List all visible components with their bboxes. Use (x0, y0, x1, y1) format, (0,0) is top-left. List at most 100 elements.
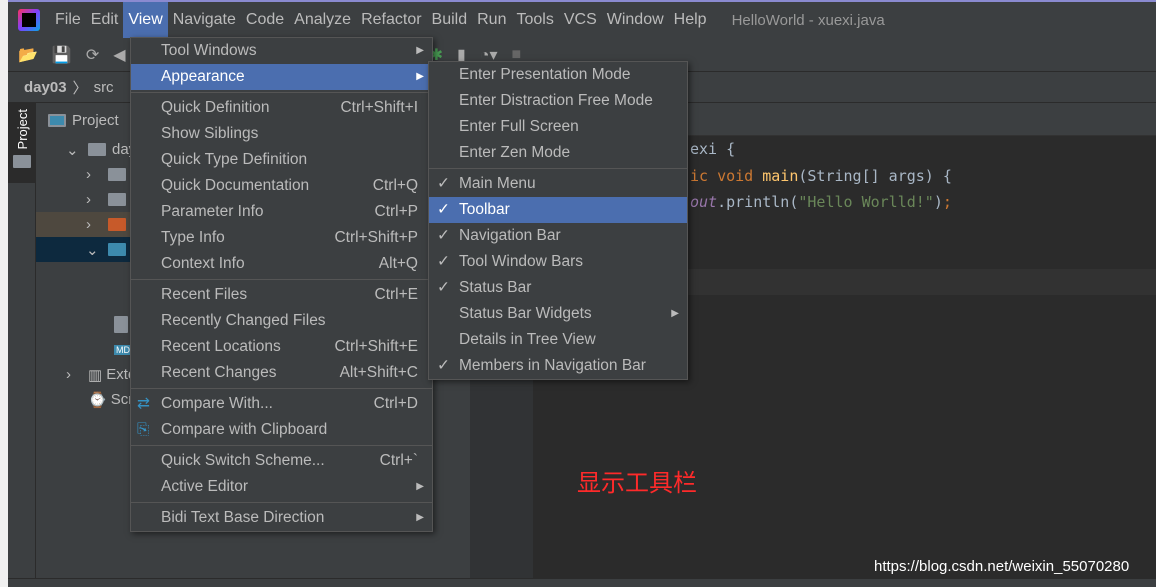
menu-item-recently-changed-files[interactable]: Recently Changed Files (131, 308, 432, 334)
expand-chevron-icon[interactable]: › (66, 366, 88, 383)
tool-window-stripe: Project (8, 103, 36, 578)
menu-item-enter-distraction-free-mode[interactable]: Enter Distraction Free Mode (429, 88, 687, 114)
menu-item-recent-locations[interactable]: Recent Locations Ctrl+Shift+E (131, 334, 432, 360)
submenu-arrow-icon: ▶ (416, 71, 424, 82)
menu-item-recent-files[interactable]: Recent Files Ctrl+E (131, 282, 432, 308)
library-icon: ▥ (88, 366, 103, 384)
menu-item-label: Bidi Text Base Direction (161, 509, 325, 526)
menu-refactor[interactable]: Refactor (356, 2, 426, 38)
shortcut-label: Ctrl+Q (372, 177, 418, 194)
checkmark-icon: ✓ (437, 279, 450, 296)
menu-bar: File Edit View Navigate Code Analyze Refactor B… (8, 0, 1156, 38)
menu-item-label: Recently Changed Files (161, 312, 326, 329)
shortcut-label: Ctrl+D (373, 395, 418, 412)
menu-item-enter-presentation-mode[interactable]: Enter Presentation Mode (429, 62, 687, 88)
menu-item-label: Context Info (161, 255, 245, 272)
menu-item-label: Parameter Info (161, 203, 264, 220)
menu-item-type-info[interactable]: Type Info Ctrl+Shift+P (131, 225, 432, 251)
menu-item-members-in-navigation-bar[interactable]: ✓ Members in Navigation Bar (429, 353, 687, 379)
menu-item-label: Type Info (161, 229, 225, 246)
menu-view[interactable]: View (123, 2, 168, 38)
annotation-text: 显示工具栏 (577, 470, 697, 497)
watermark: https://blog.csdn.net/weixin_55070280 (874, 558, 1130, 575)
menu-item-compare-with-clipboard[interactable]: ⎘ Compare with Clipboard (131, 417, 432, 443)
menu-items: File Edit View Navigate Code Analyze Refactor B… (50, 2, 712, 38)
project-tool-tab[interactable]: Project (8, 103, 36, 183)
menu-item-bidi-text-base-direction[interactable]: Bidi Text Base Direction ▶ (131, 505, 432, 531)
menu-item-compare-with[interactable]: ⇄ Compare With... Ctrl+D (131, 391, 432, 417)
expand-chevron-icon[interactable]: ⌄ (66, 141, 88, 159)
shortcut-label: Ctrl+Shift+I (340, 99, 418, 116)
menu-item-status-bar-widgets[interactable]: Status Bar Widgets ▶ (429, 301, 687, 327)
menu-help[interactable]: Help (669, 2, 712, 38)
menu-item-status-bar[interactable]: ✓ Status Bar (429, 275, 687, 301)
menu-item-label: Quick Switch Scheme... (161, 452, 325, 469)
expand-chevron-icon[interactable]: › (86, 166, 108, 183)
menu-item-label: Recent Changes (161, 364, 277, 381)
menu-item-label: Tool Windows (161, 42, 257, 59)
menu-separator (131, 502, 432, 503)
breadcrumb-src[interactable]: src (94, 79, 114, 96)
expand-chevron-icon[interactable]: › (86, 216, 108, 233)
folder-icon (108, 193, 126, 206)
menu-item-navigation-bar[interactable]: ✓ Navigation Bar (429, 223, 687, 249)
expand-chevron-icon[interactable]: ⌄ (86, 241, 108, 259)
breadcrumb-day03[interactable]: day03 (24, 79, 67, 96)
menu-item-parameter-info[interactable]: Parameter Info Ctrl+P (131, 199, 432, 225)
menu-vcs[interactable]: VCS (559, 2, 602, 38)
menu-item-main-menu[interactable]: ✓ Main Menu (429, 171, 687, 197)
menu-item-quick-definition[interactable]: Quick Definition Ctrl+Shift+I (131, 95, 432, 121)
menu-item-tool-window-bars[interactable]: ✓ Tool Window Bars (429, 249, 687, 275)
menu-navigate[interactable]: Navigate (168, 2, 241, 38)
menu-item-tool-windows[interactable]: Tool Windows ▶ (131, 38, 432, 64)
shortcut-label: Alt+Q (378, 255, 418, 272)
menu-separator (131, 445, 432, 446)
menu-tools[interactable]: Tools (511, 2, 558, 38)
menu-item-quick-switch-scheme[interactable]: Quick Switch Scheme... Ctrl+` (131, 448, 432, 474)
menu-item-label: Compare With... (161, 395, 273, 412)
menu-item-label: Main Menu (459, 175, 536, 192)
expand-chevron-icon[interactable]: › (86, 191, 108, 208)
menu-item-context-info[interactable]: Context Info Alt+Q (131, 251, 432, 277)
open-icon[interactable]: 📂 (18, 45, 38, 65)
menu-item-toolbar[interactable]: ✓ Toolbar (429, 197, 687, 223)
submenu-arrow-icon: ▶ (416, 481, 424, 492)
menu-item-label: Status Bar (459, 279, 532, 296)
menu-item-enter-zen-mode[interactable]: Enter Zen Mode (429, 140, 687, 166)
menu-item-details-in-tree-view[interactable]: Details in Tree View (429, 327, 687, 353)
menu-item-appearance[interactable]: Appearance ▶ (131, 64, 432, 90)
compare-icon: ⇄ (137, 395, 150, 412)
menu-item-active-editor[interactable]: Active Editor ▶ (131, 474, 432, 500)
menu-item-label: Navigation Bar (459, 227, 561, 244)
menu-item-show-siblings[interactable]: Show Siblings (131, 121, 432, 147)
submenu-arrow-icon: ▶ (671, 308, 679, 319)
shortcut-label: Ctrl+Shift+E (334, 338, 418, 355)
menu-item-enter-full-screen[interactable]: Enter Full Screen (429, 114, 687, 140)
menu-file[interactable]: File (50, 2, 86, 38)
menu-item-label: Enter Presentation Mode (459, 66, 631, 83)
menu-window[interactable]: Window (602, 2, 669, 38)
menu-item-label: Quick Documentation (161, 177, 310, 194)
menu-item-label: Active Editor (161, 478, 249, 495)
sync-icon[interactable]: ⟳ (86, 45, 99, 65)
menu-build[interactable]: Build (427, 2, 473, 38)
menu-item-label: Status Bar Widgets (459, 305, 592, 322)
menu-item-quick-type-definition[interactable]: Quick Type Definition (131, 147, 432, 173)
menu-item-label: Enter Zen Mode (459, 144, 571, 161)
window-title: HelloWorld - xuexi.java (731, 11, 885, 29)
intellij-logo-icon (18, 9, 40, 31)
submenu-arrow-icon: ▶ (416, 45, 424, 56)
menu-item-quick-documentation[interactable]: Quick Documentation Ctrl+Q (131, 173, 432, 199)
menu-run[interactable]: Run (472, 2, 511, 38)
save-icon[interactable]: 💾 (52, 45, 72, 65)
file-icon (114, 316, 128, 333)
menu-item-recent-changes[interactable]: Recent Changes Alt+Shift+C (131, 360, 432, 386)
project-header-label: Project (72, 111, 119, 129)
menu-separator (131, 388, 432, 389)
menu-code[interactable]: Code (241, 2, 289, 38)
menu-edit[interactable]: Edit (86, 2, 124, 38)
menu-separator (429, 168, 687, 169)
shortcut-label: Ctrl+P (374, 203, 419, 220)
menu-analyze[interactable]: Analyze (289, 2, 356, 38)
back-icon[interactable]: ◀ (113, 45, 125, 65)
